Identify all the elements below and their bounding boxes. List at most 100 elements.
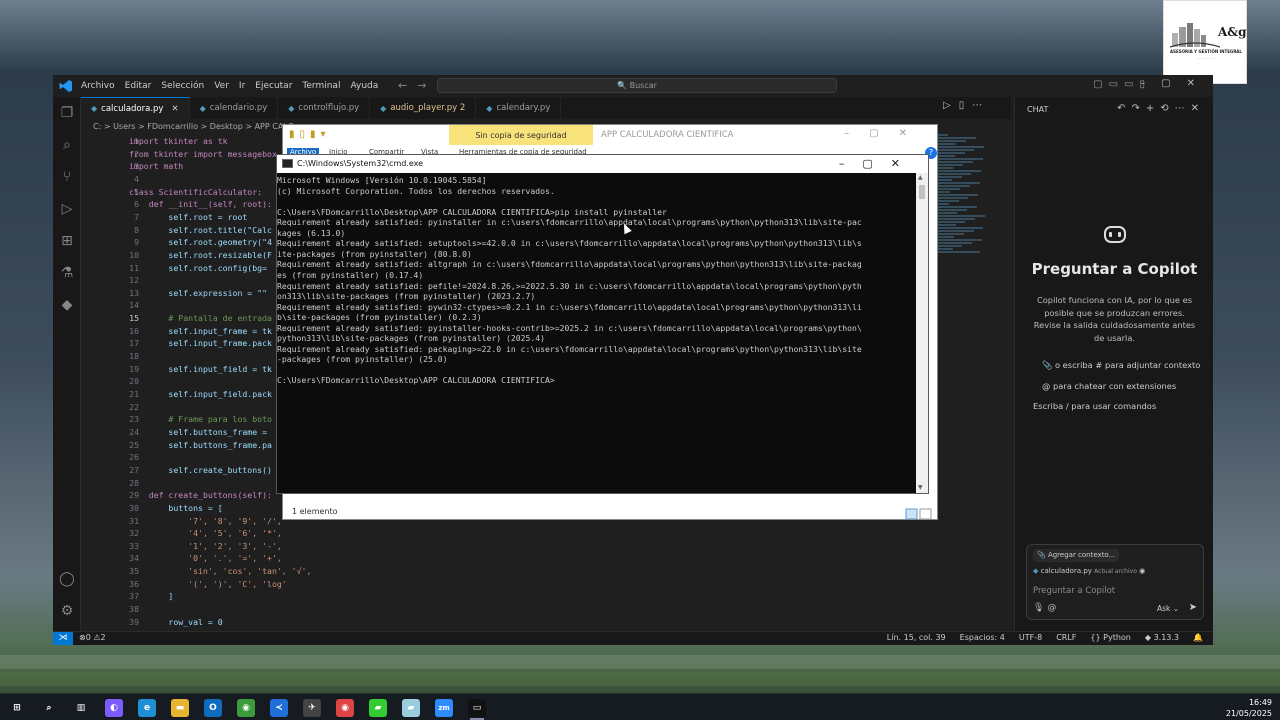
explorer-window-controls[interactable]: –▢✕ [844, 128, 927, 139]
at-mention-icon[interactable]: @ [1047, 603, 1056, 613]
code-line: 'sin', 'cos', 'tan', '√', [129, 566, 312, 577]
language-mode[interactable]: {} Python [1090, 633, 1130, 642]
encoding[interactable]: UTF-8 [1019, 633, 1042, 642]
microphone-icon[interactable]: 🎙 [1033, 603, 1044, 613]
menu-item-terminal[interactable]: Terminal [302, 81, 340, 91]
chat-title: Preguntar a Copilot [1031, 260, 1198, 278]
vscode-icon[interactable]: ≺ [270, 699, 288, 717]
app-icon[interactable]: ✈ [303, 699, 321, 717]
code-line: self.expression = "" [129, 287, 268, 298]
testing-icon[interactable]: ⚗ [59, 265, 75, 281]
cmd-icon[interactable]: ▭ [468, 699, 486, 717]
paperclip-icon: 📎 [1042, 360, 1055, 370]
command-center-search[interactable]: 🔍 Buscar [437, 78, 837, 93]
menu-bar: Archivo Editar Selección Ver Ir Ejecutar Termi… [81, 81, 378, 91]
task-view-icon[interactable]: ▥ [72, 699, 90, 717]
chrome-icon[interactable]: ◉ [237, 699, 255, 717]
status-bar: ⋊ ⊗0 ⚠2 Lín. 15, col. 39 Espacios: 4 UTF… [53, 631, 1213, 645]
chat-header-actions[interactable]: ↶↷+⟲⋯✕ [1117, 103, 1205, 114]
scroll-down-icon[interactable]: ▼ [918, 484, 923, 491]
cmd-scrollbar[interactable]: ▲ ▼ [916, 173, 928, 493]
terminal-line: Requirement already satisfied: pywin32-c… [277, 301, 862, 312]
terminal-line: Requirement already satisfied: setuptool… [277, 238, 862, 249]
chat-description: Copilot funciona con IA, por lo que es p… [1033, 295, 1196, 343]
app2-icon[interactable]: ▰ [369, 699, 387, 717]
cursor-position[interactable]: Lín. 15, col. 39 [887, 633, 946, 642]
search-icon[interactable]: ⌕ [59, 137, 75, 153]
notifications-icon[interactable]: 🔔 [1193, 633, 1203, 642]
paperclip-icon: 📎 [1037, 551, 1048, 559]
chat-mode-select[interactable]: Ask ⌄ [1157, 604, 1179, 613]
code-line: import tkinter as tk [129, 136, 228, 146]
tab-label: controlflujo.py [298, 103, 360, 113]
search-icon[interactable]: ⌕ [40, 699, 58, 717]
file-explorer-icon[interactable]: ▬ [171, 699, 189, 717]
extensions-icon[interactable]: ⊞ [59, 233, 75, 249]
menu-item-archivo[interactable]: Archivo [81, 81, 115, 91]
menu-item-ayuda[interactable]: Ayuda [350, 81, 378, 91]
system-clock[interactable]: 16:49 21/05/2025 [1226, 697, 1272, 719]
tab-calculadora[interactable]: ◆ calculadora.py ✕ [81, 97, 190, 119]
breadcrumb[interactable]: C: > Users > FDomcarrillo > Desktop > AP… [93, 122, 293, 131]
chat-input-placeholder[interactable]: Preguntar a Copilot [1033, 586, 1115, 596]
zoom-icon[interactable]: zm [435, 699, 453, 717]
app3-icon[interactable]: ▰ [402, 699, 420, 717]
minimap[interactable] [933, 133, 1008, 293]
menu-item-ir[interactable]: Ir [239, 81, 245, 91]
close-tab-icon[interactable]: ✕ [171, 104, 178, 114]
window-controls[interactable]: –▢✕ [1140, 78, 1211, 89]
chat-input-box[interactable]: 📎 Agregar contexto... ◆ calculadora.py A… [1026, 544, 1204, 620]
code-line: ] [129, 591, 174, 602]
tab-calendario[interactable]: ◆ calendario.py [190, 97, 279, 119]
backup-tab[interactable]: Sin copia de seguridad [449, 125, 593, 145]
cmd-window-controls[interactable]: –▢✕ [839, 157, 918, 170]
quick-access-toolbar[interactable]: ▮▯▮▾ [289, 129, 331, 140]
clock-time: 16:49 [1248, 698, 1272, 707]
code-line: # Pantalla de entrada [129, 313, 272, 324]
settings-gear-icon[interactable]: ⚙ [59, 603, 75, 619]
menu-item-editar[interactable]: Editar [125, 81, 152, 91]
terminal-line: Requirement already satisfied: altgraph … [277, 259, 862, 270]
start-icon[interactable]: ⊞ [8, 699, 26, 717]
scroll-thumb[interactable] [919, 185, 925, 199]
python-file-icon: ◆ [380, 103, 387, 113]
terminal-line: Requirement already satisfied: pyinstall… [277, 322, 862, 333]
tab-controlflujo[interactable]: ◆ controlflujo.py [278, 97, 371, 119]
menu-item-ver[interactable]: Ver [214, 81, 229, 91]
editor-actions[interactable]: ▷▯⋯ [943, 100, 990, 111]
indentation[interactable]: Espacios: 4 [960, 633, 1005, 642]
tab-audio-player[interactable]: ◆ audio_player.py 2 [370, 97, 477, 119]
python-version[interactable]: ◆ 3.13.3 [1145, 633, 1179, 642]
python-icon[interactable]: ◆ [59, 297, 75, 313]
chat-input-controls[interactable]: 🎙 @ [1033, 603, 1056, 613]
chrome-profile-icon[interactable]: ◉ [336, 699, 354, 717]
menu-item-ejecutar[interactable]: Ejecutar [255, 81, 292, 91]
code-line: self.input_frame = tk [129, 325, 272, 336]
run-debug-icon[interactable]: ▷ [59, 201, 75, 217]
eye-icon[interactable]: ◉ [1139, 567, 1145, 575]
terminal-output[interactable]: Microsoft Windows [Versión 10.0.19045.58… [277, 173, 916, 493]
edge-icon[interactable]: e [138, 699, 156, 717]
add-context-button[interactable]: 📎 Agregar contexto... [1033, 549, 1120, 562]
windows-taskbar: 16:49 21/05/2025 ⊞ ⌕ ▥ ◐ e ▬ O ◉ ≺ ✈ ◉ ▰ ▰ zm ▭ [0, 693, 1280, 720]
outlook-icon[interactable]: O [204, 699, 222, 717]
problems-indicator[interactable]: ⊗0 ⚠2 [79, 633, 106, 642]
line-ending[interactable]: CRLF [1056, 633, 1076, 642]
tab-calendary[interactable]: ◆ calendary.py [476, 97, 562, 119]
code-line: self.input_frame.pack [129, 338, 272, 349]
scroll-up-icon[interactable]: ▲ [918, 174, 923, 181]
terminal-line: C:\Users\FDomcarrillo\Desktop\APP CALCUL… [277, 206, 667, 217]
view-toggle-icons[interactable] [905, 505, 933, 520]
code-line: self.buttons_frame = [129, 426, 268, 437]
copilot-icon [1104, 226, 1126, 243]
copilot-icon[interactable]: ◐ [105, 699, 123, 717]
terminal-line: Requirement already satisfied: pyinstall… [277, 217, 862, 228]
source-control-icon[interactable]: ⑂ [59, 169, 75, 185]
account-icon[interactable]: ◯ [59, 571, 75, 587]
menu-item-selección[interactable]: Selección [161, 81, 204, 91]
send-icon[interactable]: ➤ [1189, 602, 1197, 613]
explorer-icon[interactable]: ❐ [59, 105, 75, 121]
remote-icon[interactable]: ⋊ [53, 632, 73, 645]
nav-arrows[interactable]: ←→ [398, 79, 436, 92]
current-file-chip[interactable]: ◆ calculadora.py Actual archivo ◉ [1033, 565, 1145, 578]
